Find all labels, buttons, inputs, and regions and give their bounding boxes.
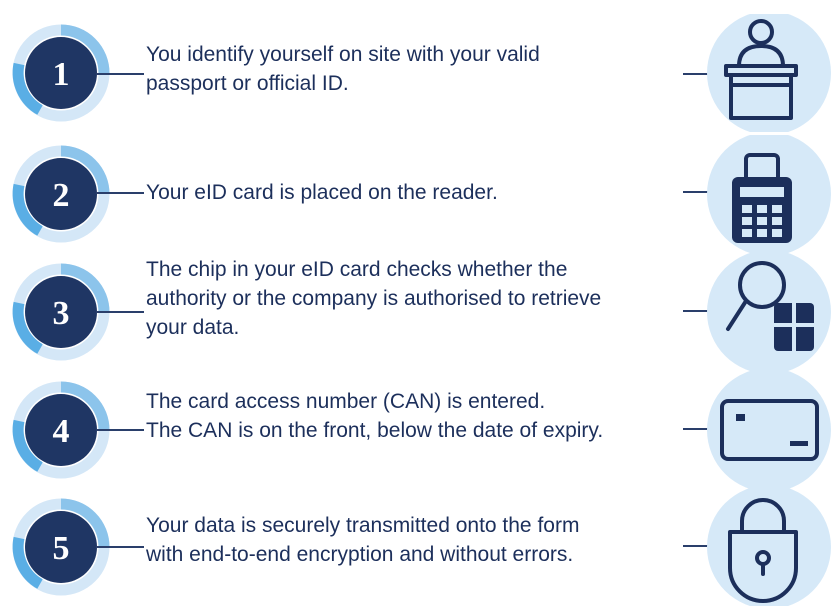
step-description: The chip in your eID card checks whether… (146, 258, 602, 339)
magnifier-chip-icon (702, 253, 836, 371)
step-description: Your data is securely transmitted onto t… (146, 514, 580, 566)
step-number: 5 (53, 530, 70, 567)
step-number-badge: 2 (2, 135, 120, 253)
step-description: The card access number (CAN) is entered.… (146, 390, 604, 442)
step-description: You identify yourself on site with your … (146, 43, 540, 95)
connector-line (96, 192, 144, 194)
step-number: 1 (53, 56, 70, 93)
step-5: 5 Your data is securely transmitted onto… (0, 488, 836, 606)
connector-line (96, 546, 144, 548)
step-2: 2 Your eID card is placed on the reader. (0, 135, 836, 253)
step-1: 1 You identify yourself on site with you… (0, 14, 836, 132)
connector-line (96, 73, 144, 75)
step-3: 3 The chip in your eID card checks wheth… (0, 253, 836, 371)
reception-desk-icon (702, 14, 836, 132)
id-card-icon (702, 371, 836, 489)
step-number: 2 (53, 177, 70, 214)
step-4: 4 The card access number (CAN) is entere… (0, 371, 836, 489)
connector-line (96, 429, 144, 431)
connector-line (96, 311, 144, 313)
step-description: Your eID card is placed on the reader. (146, 181, 498, 204)
step-number: 4 (53, 413, 70, 450)
step-number: 3 (53, 295, 70, 332)
card-reader-icon (702, 135, 836, 253)
padlock-icon (702, 488, 836, 606)
